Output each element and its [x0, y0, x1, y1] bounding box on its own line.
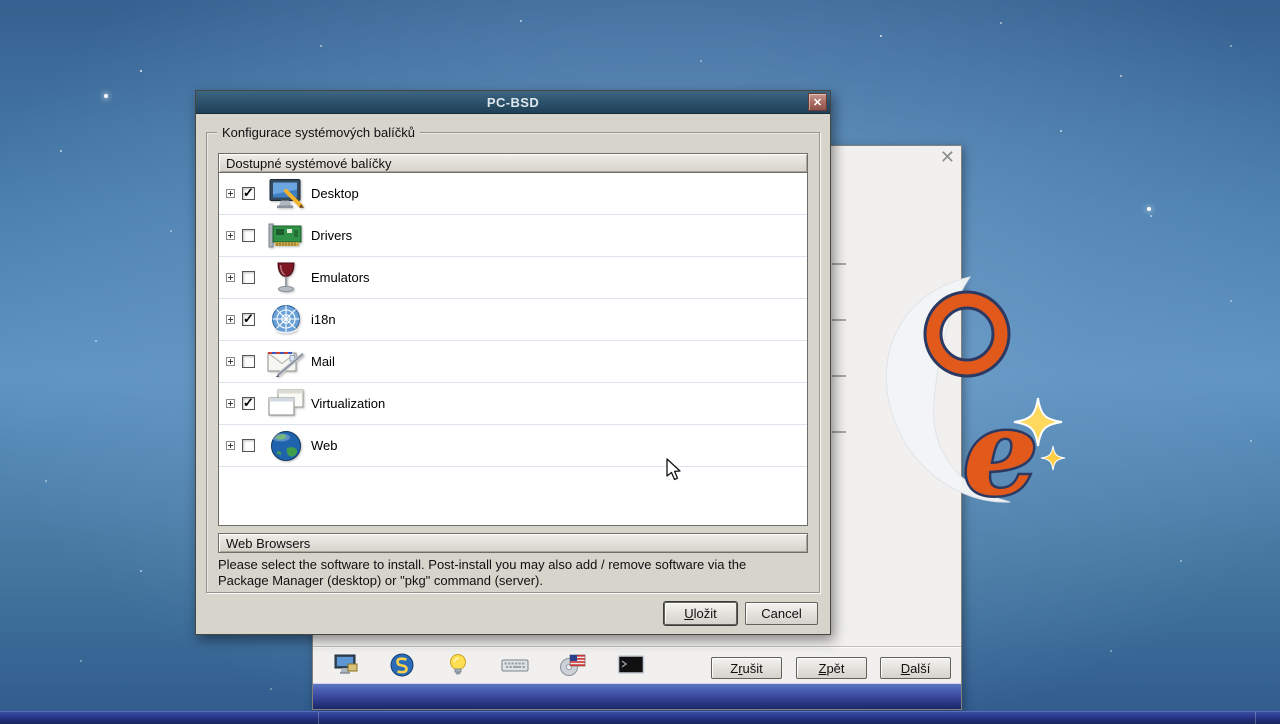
package-config-dialog: PC-BSD ✕ Konfigurace systémových balíčků…	[195, 90, 831, 635]
wizard-next-button[interactable]: Další	[880, 657, 951, 679]
package-row-virtualization[interactable]: Virtualization	[219, 383, 807, 425]
drivers-checkbox[interactable]	[242, 229, 255, 242]
tree-list: Desktop	[218, 173, 808, 526]
mail-checkbox[interactable]	[242, 355, 255, 368]
package-row-mail[interactable]: Mail	[219, 341, 807, 383]
package-label: Emulators	[311, 270, 370, 285]
dialog-title: PC-BSD	[486, 94, 540, 110]
svg-text:e: e	[963, 383, 1038, 522]
drivers-icon	[263, 220, 309, 252]
expand-icon[interactable]	[226, 315, 235, 324]
expand-icon[interactable]	[226, 231, 235, 240]
wizard-button-row: Zr ušit Zpět Další	[313, 657, 961, 679]
hidden-widget-edge	[832, 375, 846, 377]
emulators-icon	[263, 262, 309, 294]
package-row-emulators[interactable]: Emulators	[219, 257, 807, 299]
package-label: Mail	[311, 354, 335, 369]
package-label: Desktop	[311, 186, 359, 201]
dialog-titlebar[interactable]: PC-BSD ✕	[196, 91, 830, 114]
i18n-icon	[263, 304, 309, 336]
package-label: Drivers	[311, 228, 353, 243]
package-label: i18n	[311, 312, 336, 327]
taskbar-divider	[318, 712, 319, 724]
groupbox-label: Konfigurace systémových balíčků	[217, 125, 420, 140]
virtualization-checkbox[interactable]	[242, 395, 255, 411]
package-row-desktop[interactable]: Desktop	[219, 173, 807, 215]
desktop-checkbox[interactable]	[242, 185, 255, 201]
toolbar-separator	[313, 646, 961, 647]
wizard-bottom-band	[313, 683, 961, 709]
wizard-back-button[interactable]: Zpět	[796, 657, 867, 679]
desktop-icon	[263, 178, 309, 210]
package-label: Virtualization	[311, 396, 386, 411]
pcbsd-logo-art: e	[845, 262, 1070, 557]
wizard-close-icon[interactable]: ✕	[940, 147, 955, 167]
expand-icon[interactable]	[226, 189, 235, 198]
save-button[interactable]: Uložit	[664, 602, 737, 625]
cancel-button[interactable]: Cancel	[745, 602, 818, 625]
dialog-button-row: Uložit Cancel	[664, 602, 818, 625]
package-label: Web	[311, 438, 338, 453]
close-icon[interactable]: ✕	[808, 93, 827, 111]
package-row-web[interactable]: Web	[219, 425, 807, 467]
expand-icon[interactable]	[226, 273, 235, 282]
mouse-cursor	[666, 458, 684, 487]
wizard-cancel-button[interactable]: Zr ušit	[711, 657, 782, 679]
taskbar-divider	[1255, 712, 1256, 724]
package-row-i18n[interactable]: i18n	[219, 299, 807, 341]
expand-icon[interactable]	[226, 399, 235, 408]
tree-column-header[interactable]: Dostupné systémové balíčky	[218, 153, 808, 173]
install-description: Please select the software to install. P…	[218, 557, 810, 589]
virtualization-icon	[263, 388, 309, 420]
selection-header[interactable]: Web Browsers	[218, 533, 808, 553]
i18n-checkbox[interactable]	[242, 311, 255, 327]
web-checkbox[interactable]	[242, 439, 255, 452]
description-line: Package Manager (desktop) or "pkg" comma…	[218, 573, 543, 588]
web-icon	[263, 429, 309, 463]
package-groupbox: Konfigurace systémových balíčků Dostupné…	[206, 125, 820, 593]
package-row-drivers[interactable]: Drivers	[219, 215, 807, 257]
wallpaper-bright-stars	[0, 0, 2, 2]
package-tree: Dostupné systémové balíčky ✓ Desktop Dri…	[218, 153, 808, 526]
hidden-widget-edge	[832, 431, 846, 433]
mail-icon	[263, 346, 309, 378]
expand-icon[interactable]	[226, 357, 235, 366]
hidden-widget-edge	[832, 263, 846, 265]
expand-icon[interactable]	[226, 441, 235, 450]
taskbar	[0, 711, 1280, 724]
emulators-checkbox[interactable]	[242, 271, 255, 284]
hidden-widget-edge	[832, 319, 846, 321]
description-line: Please select the software to install. P…	[218, 557, 747, 572]
